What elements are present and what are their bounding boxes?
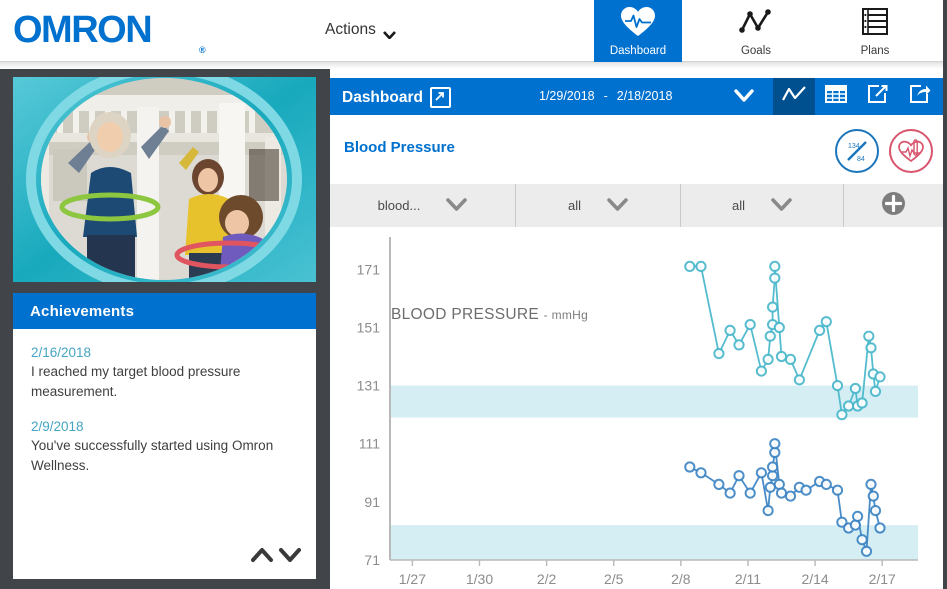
add-icon <box>881 191 906 221</box>
bp-reading-icon[interactable]: 134 84 <box>835 129 879 173</box>
svg-text:2/17: 2/17 <box>869 571 896 587</box>
achievement-item: 2/9/2018 You've successfully started usi… <box>31 419 298 476</box>
add-measurement-button[interactable] <box>844 184 943 227</box>
source-filter-value: all <box>567 198 581 213</box>
table-view-button[interactable] <box>815 78 857 115</box>
user-filter-value: all <box>731 198 745 213</box>
sidebar: Achievements 2/16/2018 I reached my targ… <box>0 69 330 589</box>
nav-item-goals[interactable]: Goals <box>712 0 800 62</box>
metric-filter[interactable]: blood... <box>330 184 516 227</box>
svg-text:111: 111 <box>359 436 380 452</box>
list-lines-icon <box>858 6 892 43</box>
edit-square-icon <box>867 84 889 109</box>
app-root: OMRON ® Actions Dashboard Goals Plans Ac… <box>0 0 947 589</box>
svg-text:84: 84 <box>857 156 865 163</box>
blood-pressure-chart[interactable]: 171 151 131 111 91 71 1/27 1/30 2/2 2/5 2/8 2/11 2/1… <box>330 227 943 589</box>
date-from: 1/29/2018 <box>539 89 595 103</box>
chevron-down-icon <box>607 197 628 214</box>
svg-text:131: 131 <box>357 378 381 394</box>
window-right-edge <box>943 0 947 589</box>
svg-text:2/2: 2/2 <box>537 571 557 587</box>
date-to: 2/18/2018 <box>616 89 673 103</box>
heart-monitor-icon[interactable] <box>889 129 933 173</box>
top-navigation-bar: OMRON ® Actions Dashboard Goals Plans <box>0 0 947 62</box>
nav-item-plans[interactable]: Plans <box>831 0 919 62</box>
svg-text:171: 171 <box>357 261 381 277</box>
svg-text:134: 134 <box>848 143 860 150</box>
table-grid-icon <box>825 85 847 108</box>
actions-label: Actions <box>325 21 376 38</box>
header-shadow <box>0 62 947 69</box>
metric-filter-value: blood... <box>377 198 421 213</box>
chevron-up-icon[interactable] <box>250 545 274 570</box>
edit-view-button[interactable] <box>857 78 899 115</box>
achievement-date: 2/9/2018 <box>31 419 84 434</box>
share-arrow-icon <box>909 84 931 109</box>
svg-text:2/11: 2/11 <box>735 571 761 587</box>
dashboard-title: Dashboard <box>342 88 423 106</box>
chevron-down-icon[interactable] <box>278 545 302 570</box>
svg-text:2/14: 2/14 <box>801 571 828 587</box>
achievements-list: 2/16/2018 I reached my target blood pres… <box>13 329 316 476</box>
dashboard-header-bar: Dashboard 1/29/2018 - 2/18/2018 <box>330 78 943 115</box>
chevron-down-icon <box>446 197 468 214</box>
main-content: Dashboard 1/29/2018 - 2/18/2018 Blood Pr… <box>330 69 943 589</box>
svg-text:91: 91 <box>364 494 380 510</box>
line-chart-icon <box>738 6 774 43</box>
line-chart-icon <box>781 84 807 109</box>
date-separator: - <box>603 89 608 103</box>
svg-text:2/5: 2/5 <box>604 571 624 587</box>
nav-item-dashboard[interactable]: Dashboard <box>594 0 682 62</box>
actions-menu[interactable]: Actions <box>325 21 396 40</box>
achievements-pager <box>250 545 302 570</box>
nav-label-goals: Goals <box>740 45 772 57</box>
heart-pulse-icon <box>620 6 656 43</box>
svg-text:OMRON: OMRON <box>13 9 151 51</box>
svg-text:151: 151 <box>357 319 381 335</box>
open-in-new-icon[interactable] <box>429 87 451 108</box>
registered-trademark: ® <box>199 45 206 55</box>
svg-text:2/8: 2/8 <box>671 571 691 587</box>
chart-container: BLOOD PRESSURE - mmHg 171 151 131 111 91 71 1/… <box>330 227 943 589</box>
chevron-down-icon[interactable] <box>734 89 754 107</box>
omron-logo[interactable]: OMRON ® <box>13 9 208 55</box>
achievement-item: 2/16/2018 I reached my target blood pres… <box>31 345 298 402</box>
source-filter[interactable]: all <box>516 184 681 227</box>
share-view-button[interactable] <box>899 78 941 115</box>
filter-bar: blood... all all <box>330 184 943 227</box>
hero-image <box>13 77 316 282</box>
svg-text:1/27: 1/27 <box>399 571 426 587</box>
achievement-text: I reached my target blood pressure measu… <box>31 364 241 399</box>
card-title: Blood Pressure <box>344 139 455 156</box>
dashboard-title-group[interactable]: Dashboard <box>342 87 451 108</box>
user-filter[interactable]: all <box>681 184 844 227</box>
achievement-date: 2/16/2018 <box>31 345 92 360</box>
nav-label-plans: Plans <box>860 45 890 57</box>
chevron-down-icon <box>382 26 396 40</box>
date-range-selector[interactable]: 1/29/2018 - 2/18/2018 <box>539 89 672 103</box>
three-people-hula-hooping-photo <box>13 77 316 282</box>
nav-label-dashboard: Dashboard <box>609 45 667 57</box>
achievements-panel: Achievements 2/16/2018 I reached my targ… <box>13 293 316 579</box>
chevron-down-icon <box>771 197 792 214</box>
achievements-title: Achievements <box>13 293 316 329</box>
achievement-text: You've successfully started using Omron … <box>31 438 274 473</box>
chart-view-button[interactable] <box>773 78 815 115</box>
svg-text:1/30: 1/30 <box>466 571 493 587</box>
card-icon-group: 134 84 <box>835 129 933 173</box>
svg-text:71: 71 <box>364 552 380 568</box>
